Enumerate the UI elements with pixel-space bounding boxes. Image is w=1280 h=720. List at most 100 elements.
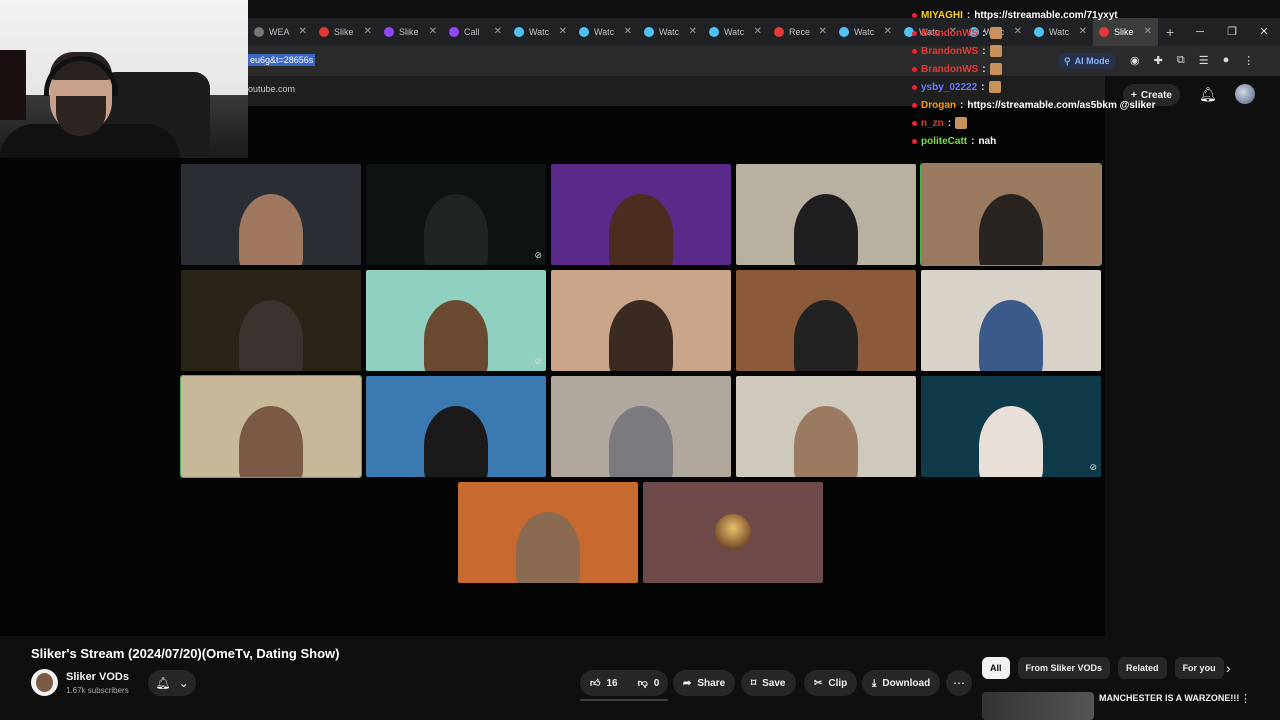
chat-username[interactable]: BrandonWS xyxy=(921,46,978,57)
tab-favicon-icon xyxy=(774,27,784,37)
filter-chip[interactable]: From Sliker VODs xyxy=(1017,657,1111,679)
download-button[interactable]: ⤓ Download xyxy=(862,670,941,696)
participant-figure xyxy=(794,194,858,265)
chat-separator: : xyxy=(982,27,986,39)
chat-message: MIYAGHI: https://streamable.com/71yxyt xyxy=(912,6,1202,24)
close-tab-icon[interactable]: ✕ xyxy=(494,26,502,37)
participant-video-tile[interactable]: ⊘ xyxy=(366,164,546,265)
muted-mic-icon: ⊘ xyxy=(534,356,542,366)
chevron-right-icon[interactable]: › xyxy=(1226,660,1231,676)
address-bar-selection[interactable]: eu6g&t=28656s xyxy=(248,54,316,66)
close-tab-icon[interactable]: ✕ xyxy=(624,26,632,37)
participant-figure xyxy=(979,406,1043,477)
profile-icon[interactable]: ● xyxy=(1223,54,1230,67)
chat-message: n_zn: xyxy=(912,114,1202,132)
close-tab-icon[interactable]: ✕ xyxy=(559,26,567,37)
badge-icon xyxy=(912,102,917,108)
browser-tab[interactable]: Watc ✕ xyxy=(703,18,768,46)
chat-username[interactable]: BrandonWS xyxy=(921,28,978,39)
participant-video-tile[interactable] xyxy=(551,164,731,265)
chat-separator: : xyxy=(981,81,985,93)
participant-video-tile[interactable] xyxy=(736,376,916,477)
participant-video-tile[interactable] xyxy=(736,164,916,265)
recommendation-thumbnail[interactable] xyxy=(982,692,1094,720)
restore-icon[interactable]: ❐ xyxy=(1216,18,1248,46)
participant-video-tile[interactable] xyxy=(366,376,546,477)
participant-video-tile[interactable] xyxy=(458,482,638,583)
browser-tab[interactable]: Watc ✕ xyxy=(833,18,898,46)
share-button[interactable]: ➦ Share xyxy=(673,670,736,696)
recommendation-title[interactable]: MANCHESTER IS A WARZONE!!! xyxy=(1099,693,1239,703)
chat-separator: : xyxy=(966,9,971,21)
like-button[interactable]: 👍︎ 16 xyxy=(580,670,628,696)
chat-username[interactable]: n_zn xyxy=(921,118,944,129)
chat-username[interactable]: MIYAGHI xyxy=(921,10,963,21)
close-tab-icon[interactable]: ✕ xyxy=(689,26,697,37)
tab-label: Slike xyxy=(399,27,419,37)
browser-tab[interactable]: Call ✕ xyxy=(443,18,508,46)
chat-separator: : xyxy=(971,135,975,147)
browser-tab[interactable]: Watc ✕ xyxy=(638,18,703,46)
download-icon: ⤓ xyxy=(872,677,877,689)
participant-video-tile[interactable] xyxy=(551,376,731,477)
chevron-down-icon: ⌄ xyxy=(178,676,189,690)
bookmark-icon: ⌑ xyxy=(751,677,757,689)
menu-icon[interactable]: ⋮ xyxy=(1243,54,1254,67)
participant-video-tile[interactable] xyxy=(180,375,362,478)
account-avatar[interactable] xyxy=(1235,84,1255,104)
participant-video-tile[interactable] xyxy=(551,270,731,371)
save-button[interactable]: ⌑ Save xyxy=(741,670,796,696)
close-tab-icon[interactable]: ✕ xyxy=(364,26,372,37)
participant-video-tile[interactable] xyxy=(920,163,1102,266)
close-tab-icon[interactable]: ✕ xyxy=(429,26,437,37)
badge-icon xyxy=(912,84,917,90)
browser-tab[interactable]: Slike ✕ xyxy=(378,18,443,46)
filter-chip[interactable]: Related xyxy=(1118,657,1167,679)
more-vert-icon[interactable]: ⋮ xyxy=(1240,692,1251,705)
participant-video-tile[interactable] xyxy=(643,482,823,583)
close-tab-icon[interactable]: ✕ xyxy=(884,26,892,37)
tab-favicon-icon xyxy=(319,27,329,37)
participant-figure xyxy=(609,406,673,477)
emote-icon xyxy=(988,81,1001,93)
participant-video-tile[interactable]: ⊘ xyxy=(921,376,1101,477)
channel-avatar[interactable] xyxy=(31,669,58,696)
dislike-count: 0 xyxy=(653,677,660,689)
participant-figure xyxy=(516,512,580,583)
participant-video-tile[interactable] xyxy=(736,270,916,371)
background-object xyxy=(0,50,26,120)
participant-video-tile[interactable] xyxy=(181,270,361,371)
subscription-bell-button[interactable]: 🔔︎ ⌄ xyxy=(148,670,196,696)
filter-chip[interactable]: For you xyxy=(1174,657,1224,679)
chat-username[interactable]: ysby_02222 xyxy=(921,82,977,93)
chat-username[interactable]: politeCatt xyxy=(921,136,967,147)
close-tab-icon[interactable]: ✕ xyxy=(819,26,827,37)
channel-name[interactable]: Sliker VODs xyxy=(66,671,129,683)
browser-tab[interactable]: Slike ✕ xyxy=(313,18,378,46)
dislike-button[interactable]: 👎︎ 0 xyxy=(628,670,670,696)
close-tab-icon[interactable]: ✕ xyxy=(754,26,762,37)
bell-icon: 🔔︎ xyxy=(155,676,171,690)
participant-video-tile[interactable]: ⊘ xyxy=(366,270,546,371)
close-tab-icon[interactable]: ✕ xyxy=(299,26,307,37)
participant-video-tile[interactable] xyxy=(181,164,361,265)
suggestion-text[interactable]: outube.com xyxy=(248,84,295,94)
chat-username[interactable]: BrandonWS xyxy=(921,64,978,75)
browser-tab[interactable]: Rece ✕ xyxy=(768,18,833,46)
close-window-icon[interactable]: ✕ xyxy=(1248,18,1280,46)
browser-tab[interactable]: WEA ✕ xyxy=(248,18,313,46)
browser-tab[interactable]: Watc ✕ xyxy=(508,18,573,46)
video-player[interactable]: ⊘ ⊘ ⊘ xyxy=(0,106,1105,636)
chat-message: ysby_02222: xyxy=(912,78,1202,96)
filter-chip[interactable]: All xyxy=(982,657,1010,679)
tab-label: Watc xyxy=(659,27,680,37)
browser-tab[interactable]: Watc ✕ xyxy=(573,18,638,46)
tab-favicon-icon xyxy=(254,27,264,37)
chat-separator: : xyxy=(947,117,952,129)
participant-figure xyxy=(239,406,303,477)
like-ratio-bar xyxy=(580,699,668,701)
more-actions-icon[interactable]: ⋯ xyxy=(946,670,972,696)
participant-video-tile[interactable] xyxy=(921,270,1101,371)
chat-username[interactable]: Drogan xyxy=(921,100,956,111)
clip-button[interactable]: ✂ Clip xyxy=(804,670,858,696)
